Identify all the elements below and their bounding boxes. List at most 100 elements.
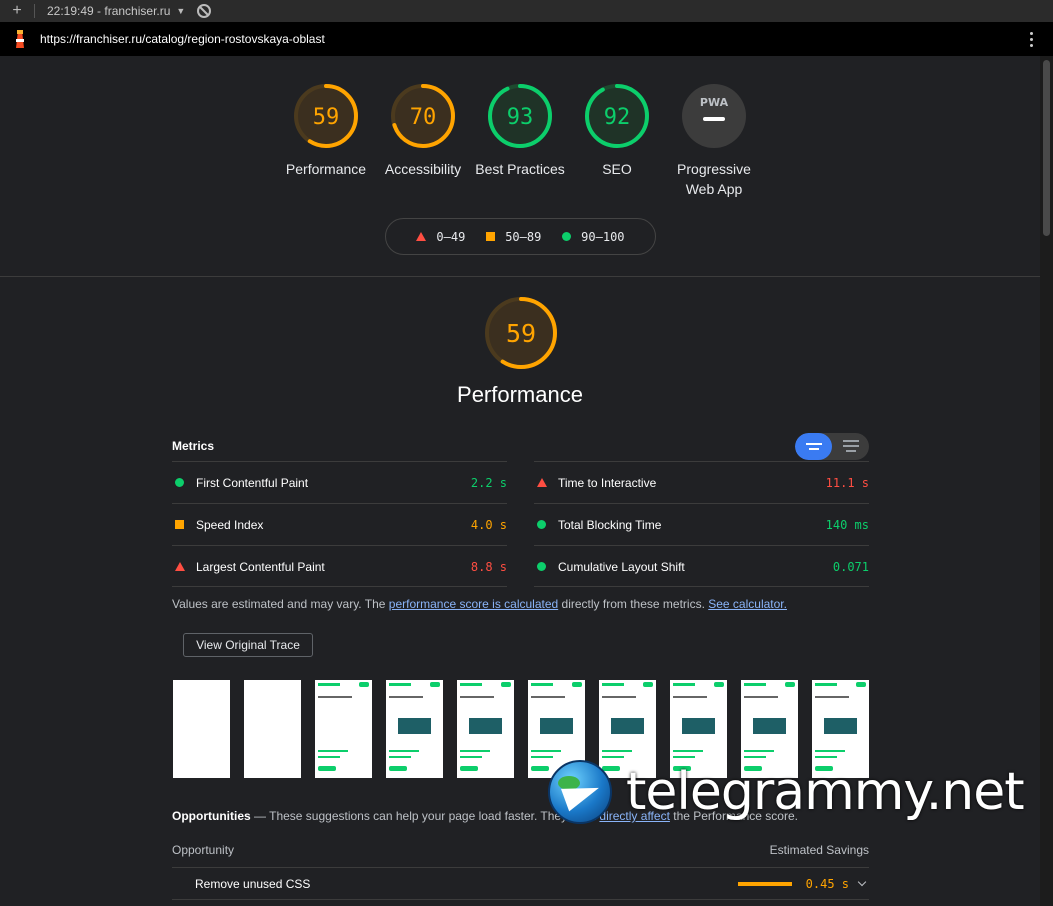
opportunity-name: Remove unused CSS [195,876,311,891]
square-icon [486,232,496,241]
more-options-icon[interactable] [1030,31,1033,47]
filmstrip-frame [244,680,301,778]
metric-name: First Contentful Paint [196,475,309,490]
metric-largest-contentful-paint[interactable]: Largest Contentful Paint 8.8 s [172,545,507,587]
pwa-badge-text: PWA [700,96,729,109]
metric-name: Cumulative Layout Shift [558,559,685,574]
expanded-view-icon[interactable] [832,433,869,460]
note-text-mid: directly from these metrics. [558,597,709,611]
gauge-best-practices-label: Best Practices [475,161,565,177]
metric-time-to-interactive[interactable]: Time to Interactive 11.1 s [534,461,869,503]
url-bar: https://franchiser.ru/catalog/region-ros… [0,22,1053,56]
metrics-header: Metrics [172,431,869,461]
opportunity-savings: 0.45 s [805,876,849,891]
circle-icon [562,232,572,241]
metric-total-blocking-time[interactable]: Total Blocking Time 140 ms [534,503,869,545]
new-tab-icon[interactable]: + [0,2,34,20]
savings-column-header: Estimated Savings [769,843,869,857]
metric-indicator [534,520,558,529]
legend-pass: 90–100 [562,229,625,244]
gauge-accessibility-ring: 70 [391,84,455,148]
watermark-text: telegrammy.net [626,762,1025,822]
metrics-grid: First Contentful Paint 2.2 s Time to Int… [172,461,869,587]
metric-value: 2.2 s [470,475,507,490]
gauge-pwa[interactable]: PWA Progressive Web App [664,83,764,199]
opportunities-title: Opportunities [172,809,251,823]
gauge-pwa-label: Progressive Web App [677,161,751,197]
tab-bar: + 22:19:49 - franchiser.ru ▼ [0,0,1053,22]
score-legend: 0–49 50–89 90–100 [385,218,656,255]
gauge-best-practices[interactable]: 93 Best Practices [470,83,570,179]
gauge-performance-label: Performance [285,161,367,177]
filmstrip-frame [457,680,514,778]
legend-average-label: 50–89 [505,229,542,244]
gauge-accessibility[interactable]: 70 Accessibility [373,83,473,179]
gauge-seo-label: SEO [602,161,632,177]
section-divider [0,276,1040,277]
telegram-globe-icon [548,760,612,824]
scrollbar-thumb[interactable] [1043,60,1050,236]
opportunity-remove-unused-css[interactable]: Remove unused CSS 0.45 s [172,868,869,900]
metric-name: Time to Interactive [558,475,657,490]
gauge-best-practices-value: 93 [507,105,534,130]
gauge-performance-value: 59 [313,105,340,130]
legend-fail: 0–49 [416,230,465,244]
filmstrip-frame [386,680,443,778]
gauge-seo[interactable]: 92 SEO [567,83,667,179]
metrics-title: Metrics [172,439,215,453]
score-calculated-link[interactable]: performance score is calculated [389,597,558,611]
triangle-icon [416,232,427,241]
metric-first-contentful-paint[interactable]: First Contentful Paint 2.2 s [172,461,507,503]
pwa-badge-icon: PWA [682,84,746,148]
opportunities-columns: Opportunity Estimated Savings [172,843,869,868]
metric-value: 8.8 s [470,559,507,574]
circle-icon [537,520,546,529]
performance-score-value: 59 [506,319,536,348]
metric-name: Total Blocking Time [558,517,662,532]
triangle-icon [537,478,547,487]
savings-bar [737,881,792,886]
filmstrip-frame [315,680,372,778]
circle-icon [175,478,184,487]
see-calculator-link[interactable]: See calculator. [708,597,787,611]
filmstrip-frame [173,680,230,778]
performance-title: Performance [457,382,583,407]
view-original-trace-button[interactable]: View Original Trace [183,633,313,657]
gauge-accessibility-label: Accessibility [384,161,462,177]
gauge-performance[interactable]: 59 Performance [276,83,376,179]
block-icon[interactable] [197,4,212,18]
scrollbar[interactable] [1040,56,1053,906]
triangle-icon [175,562,185,571]
metric-value: 140 ms [825,517,869,532]
metric-name: Speed Index [196,517,264,532]
circle-icon [537,562,546,571]
performance-score-gauge: 59 [485,297,557,369]
chevron-down-icon[interactable] [857,877,867,887]
opportunity-column-header: Opportunity [172,843,235,857]
metric-indicator [172,478,196,487]
metric-indicator [172,520,196,529]
metrics-bottom-border [172,586,869,587]
metric-speed-index[interactable]: Speed Index 4.0 s [172,503,507,545]
legend-pass-label: 90–100 [581,229,625,244]
legend-average: 50–89 [486,230,541,244]
metrics-note: Values are estimated and may vary. The p… [172,597,869,611]
note-text: Values are estimated and may vary. The [172,597,389,611]
page-url[interactable]: https://franchiser.ru/catalog/region-ros… [40,32,325,46]
metric-value: 0.071 [832,559,869,574]
metric-cumulative-layout-shift[interactable]: Cumulative Layout Shift 0.071 [534,545,869,587]
chevron-down-icon[interactable]: ▼ [176,6,185,16]
metrics-view-toggle[interactable] [795,432,869,460]
gauge-performance-ring: 59 [294,84,358,148]
tab-title[interactable]: 22:19:49 - franchiser.ru [35,4,176,18]
gauge-best-practices-ring: 93 [488,84,552,148]
watermark: telegrammy.net [548,752,1038,832]
compact-view-icon[interactable] [795,432,832,460]
metric-name: Largest Contentful Paint [196,559,325,574]
gauge-accessibility-value: 70 [410,105,437,130]
metric-indicator [172,562,196,571]
legend-fail-label: 0–49 [436,229,466,244]
metric-value: 4.0 s [470,517,507,532]
square-icon [175,520,184,529]
metric-value: 11.1 s [825,475,869,490]
